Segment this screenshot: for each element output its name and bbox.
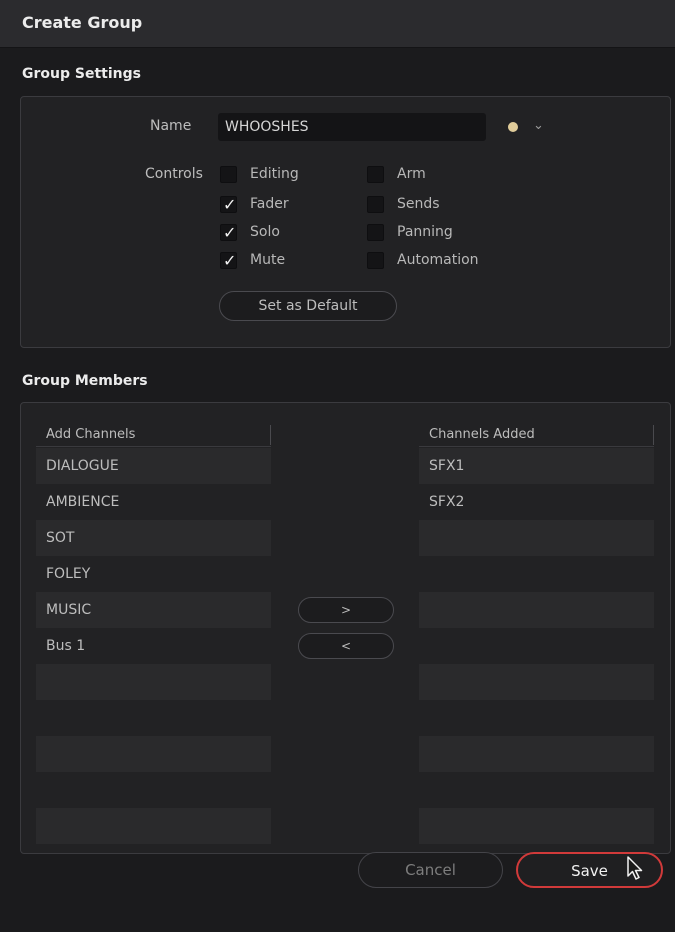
check-icon: ✓ — [223, 251, 237, 270]
list-item — [36, 808, 271, 844]
fader-checkbox[interactable]: ✓ — [220, 195, 237, 214]
editing-checkbox[interactable] — [220, 166, 237, 183]
remove-channel-button[interactable]: < — [298, 633, 394, 659]
list-item — [36, 736, 271, 772]
color-swatch[interactable] — [508, 122, 518, 132]
channels-added-header: Channels Added — [419, 423, 654, 447]
group-members-title: Group Members — [22, 373, 148, 389]
list-item — [419, 628, 654, 664]
arm-checkbox[interactable] — [367, 166, 384, 183]
automation-label: Automation — [397, 252, 479, 268]
fader-label: Fader — [250, 196, 289, 212]
cancel-button[interactable]: Cancel — [358, 852, 503, 888]
list-item[interactable]: SFX1 — [419, 448, 654, 484]
arm-label: Arm — [397, 166, 426, 182]
list-item[interactable]: SFX2 — [419, 484, 654, 520]
list-item[interactable]: AMBIENCE — [36, 484, 271, 520]
editing-label: Editing — [250, 166, 299, 182]
list-item — [419, 700, 654, 736]
group-settings-title: Group Settings — [22, 66, 141, 82]
solo-label: Solo — [250, 224, 280, 240]
list-item[interactable]: Bus 1 — [36, 628, 271, 664]
chevron-down-icon[interactable]: ⌄ — [533, 118, 544, 133]
column-divider — [270, 425, 271, 445]
group-name-input[interactable] — [218, 113, 486, 141]
dialog-title: Create Group — [22, 13, 143, 32]
panning-checkbox[interactable] — [367, 224, 384, 241]
add-channels-header: Add Channels — [36, 423, 271, 447]
sends-checkbox[interactable] — [367, 196, 384, 213]
column-divider — [653, 425, 654, 445]
list-item — [419, 772, 654, 808]
mouse-pointer-icon — [627, 856, 643, 880]
set-as-default-button[interactable]: Set as Default — [219, 291, 397, 321]
list-item[interactable]: DIALOGUE — [36, 448, 271, 484]
automation-checkbox[interactable] — [367, 252, 384, 269]
add-channel-button[interactable]: > — [298, 597, 394, 623]
list-item — [36, 772, 271, 808]
list-item[interactable]: SOT — [36, 520, 271, 556]
list-item — [419, 556, 654, 592]
sends-label: Sends — [397, 196, 440, 212]
list-item — [419, 592, 654, 628]
mute-label: Mute — [250, 252, 286, 268]
check-icon: ✓ — [223, 195, 237, 214]
list-item — [419, 520, 654, 556]
channels-added-header-label: Channels Added — [429, 427, 535, 442]
list-item — [36, 700, 271, 736]
list-item — [36, 664, 271, 700]
list-item — [419, 736, 654, 772]
check-icon: ✓ — [223, 223, 237, 242]
solo-checkbox[interactable]: ✓ — [220, 223, 237, 242]
name-label: Name — [150, 118, 192, 134]
panning-label: Panning — [397, 224, 453, 240]
list-item[interactable]: FOLEY — [36, 556, 271, 592]
add-channels-header-label: Add Channels — [46, 427, 136, 442]
controls-label: Controls — [145, 166, 203, 182]
mute-checkbox[interactable]: ✓ — [220, 251, 237, 270]
channels-added-list: SFX1 SFX2 — [419, 448, 654, 844]
list-item[interactable]: MUSIC — [36, 592, 271, 628]
list-item — [419, 808, 654, 844]
dialog-titlebar: Create Group — [0, 0, 675, 48]
add-channels-list: DIALOGUE AMBIENCE SOT FOLEY MUSIC Bus 1 — [36, 448, 271, 844]
list-item — [419, 664, 654, 700]
